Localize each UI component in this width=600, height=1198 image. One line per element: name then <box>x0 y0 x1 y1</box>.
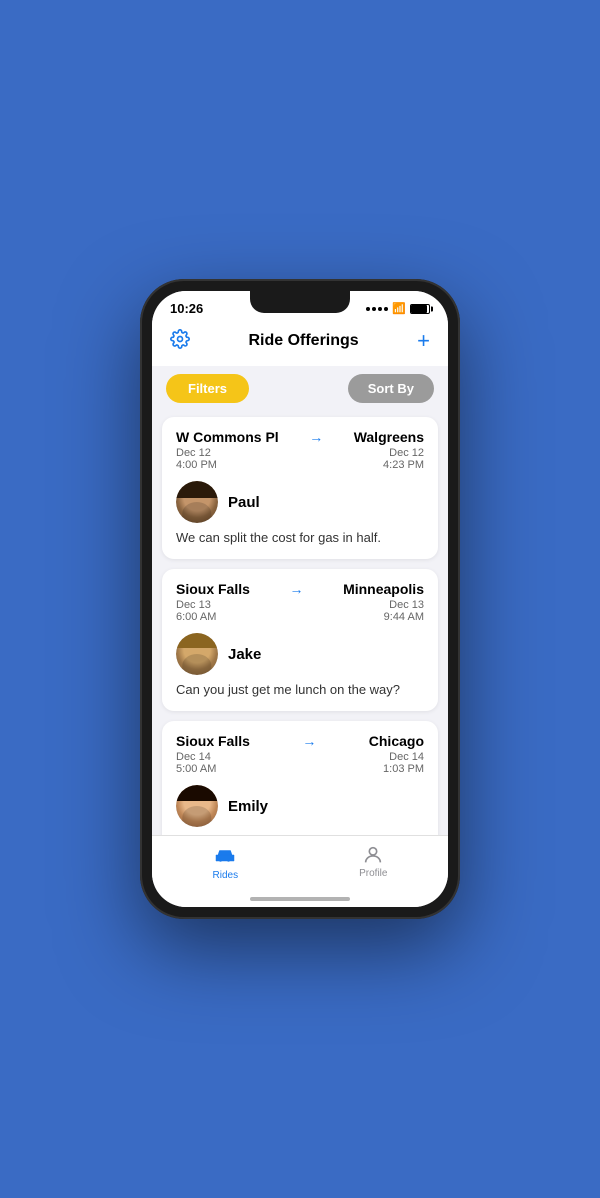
nav-header: Ride Offerings + <box>152 320 448 366</box>
avatar <box>176 785 218 827</box>
route-to: Chicago <box>369 733 424 749</box>
avatar <box>176 481 218 523</box>
page-title: Ride Offerings <box>248 332 358 350</box>
depart-date: Dec 13 <box>176 599 216 611</box>
profile-tab-label: Profile <box>359 868 387 879</box>
route-to: Walgreens <box>354 429 424 445</box>
route-row: Sioux Falls → Minneapolis <box>176 581 424 597</box>
sort-by-button[interactable]: Sort By <box>348 374 434 403</box>
rides-list: W Commons Pl → Walgreens Dec 12 4:00 PM … <box>152 411 448 835</box>
status-time: 10:26 <box>170 301 203 316</box>
filters-button[interactable]: Filters <box>166 374 249 403</box>
depart-val: 5:00 AM <box>176 763 216 775</box>
ride-message: We can split the cost for gas in half. <box>176 529 424 547</box>
depart-val: 4:00 PM <box>176 459 217 471</box>
time-row: Dec 13 6:00 AM Dec 13 9:44 AM <box>176 599 424 623</box>
ride-card[interactable]: W Commons Pl → Walgreens Dec 12 4:00 PM … <box>162 417 438 559</box>
arrive-date: Dec 13 <box>389 599 424 611</box>
driver-name: Jake <box>228 646 261 663</box>
arrive-time: Dec 14 1:03 PM <box>383 751 424 775</box>
depart-time: Dec 13 6:00 AM <box>176 599 216 623</box>
route-from: Sioux Falls <box>176 733 250 749</box>
route-row: W Commons Pl → Walgreens <box>176 429 424 445</box>
settings-button[interactable] <box>168 327 192 356</box>
tab-rides[interactable]: Rides <box>213 844 239 881</box>
filter-row: Filters Sort By <box>152 366 448 411</box>
depart-val: 6:00 AM <box>176 611 216 623</box>
route-from: Sioux Falls <box>176 581 250 597</box>
home-indicator <box>152 893 448 907</box>
route-from: W Commons Pl <box>176 429 279 445</box>
depart-date: Dec 12 <box>176 447 217 459</box>
arrive-val: 1:03 PM <box>383 763 424 775</box>
battery-icon <box>410 304 430 314</box>
time-row: Dec 14 5:00 AM Dec 14 1:03 PM <box>176 751 424 775</box>
driver-name: Emily <box>228 798 268 815</box>
arrow-icon: → <box>309 429 323 445</box>
tab-bar: Rides Profile <box>152 835 448 893</box>
arrive-time: Dec 13 9:44 AM <box>384 599 424 623</box>
ride-card[interactable]: Sioux Falls → Minneapolis Dec 13 6:00 AM… <box>162 569 438 711</box>
signal-icon <box>366 307 388 311</box>
depart-time: Dec 12 4:00 PM <box>176 447 217 471</box>
driver-row: Emily <box>176 785 424 827</box>
ride-message: Can you just get me lunch on the way? <box>176 681 424 699</box>
arrive-date: Dec 14 <box>389 751 424 763</box>
depart-date: Dec 14 <box>176 751 216 763</box>
notch <box>250 291 350 313</box>
arrive-date: Dec 12 <box>389 447 424 459</box>
person-icon <box>362 844 384 866</box>
status-icons: 📶 <box>366 302 430 315</box>
wifi-icon: 📶 <box>392 302 406 315</box>
tab-profile[interactable]: Profile <box>359 844 387 881</box>
route-to: Minneapolis <box>343 581 424 597</box>
add-ride-button[interactable]: + <box>415 326 432 356</box>
driver-row: Jake <box>176 633 424 675</box>
rides-tab-label: Rides <box>213 870 239 881</box>
car-icon <box>213 844 237 868</box>
arrive-val: 4:23 PM <box>383 459 424 471</box>
route-row: Sioux Falls → Chicago <box>176 733 424 749</box>
arrow-icon: → <box>302 733 316 749</box>
depart-time: Dec 14 5:00 AM <box>176 751 216 775</box>
ride-card[interactable]: Sioux Falls → Chicago Dec 14 5:00 AM Dec… <box>162 721 438 835</box>
time-row: Dec 12 4:00 PM Dec 12 4:23 PM <box>176 447 424 471</box>
arrive-val: 9:44 AM <box>384 611 424 623</box>
driver-name: Paul <box>228 494 260 511</box>
avatar <box>176 633 218 675</box>
arrive-time: Dec 12 4:23 PM <box>383 447 424 471</box>
home-bar <box>250 897 350 901</box>
phone-screen: 10:26 📶 Ri <box>152 291 448 907</box>
driver-row: Paul <box>176 481 424 523</box>
arrow-icon: → <box>290 581 304 597</box>
phone-frame: 10:26 📶 Ri <box>140 279 460 919</box>
